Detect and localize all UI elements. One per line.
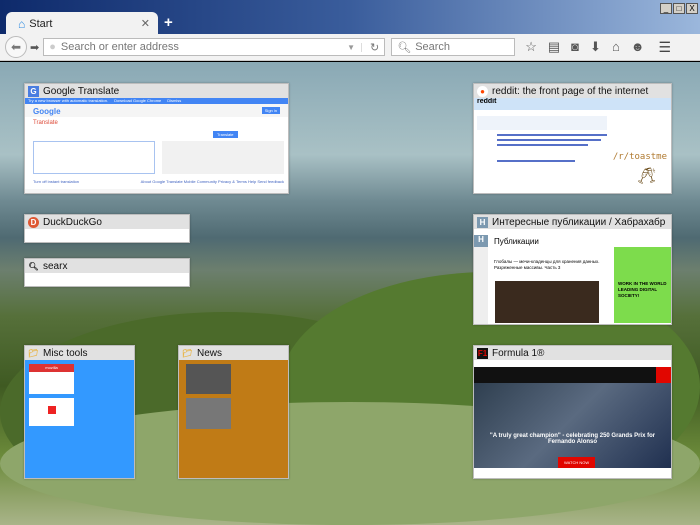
tile-reddit[interactable]: ● reddit: the front page of the internet … (473, 83, 672, 194)
pocket-icon[interactable]: ◙ (571, 39, 579, 55)
bookmark-star-icon[interactable]: ☆ (525, 39, 537, 55)
banner-text: Try a new browser with automatic transla… (28, 98, 109, 103)
tile-title: Formula 1® (492, 347, 545, 359)
google-translate-icon: G (28, 85, 39, 97)
result-area-mini (162, 141, 284, 174)
reddit-icon: ● (477, 85, 488, 97)
tile-title: searx (43, 260, 68, 272)
tile-title: DuckDuckGo (43, 216, 102, 228)
tile-title: Google Translate (43, 85, 120, 97)
f1-headline: "A truly great champion" - celebrating 2… (489, 433, 656, 445)
mozilla-thumb: mozilla (29, 364, 74, 372)
folder-misc-tools[interactable]: 📁︎ Misc tools mozilla (24, 345, 135, 479)
habr-icon: H (477, 216, 488, 228)
habr-ad: WORK IN THE WORLD LEADING DIGITAL SOCIET… (614, 247, 671, 323)
maximize-button[interactable]: □ (673, 3, 685, 14)
speed-dial-page: G Google Translate Try a new browser with… (0, 62, 700, 525)
magnifier-icon: 🔍︎ (28, 261, 39, 271)
duckduckgo-icon: D (28, 216, 39, 228)
bookmarks-list-icon[interactable]: ▤ (548, 39, 560, 55)
tile-title: Misc tools (43, 347, 88, 359)
article-image (495, 281, 599, 323)
f1-watch-button: WATCH NOW (558, 457, 596, 468)
home-icon: ⌂ (18, 16, 26, 31)
search-box[interactable]: 🔍︎ Search (391, 38, 516, 56)
banner-button: Download Google Chrome (114, 98, 162, 103)
tile-title: News (197, 347, 223, 359)
url-bar[interactable]: ● Search or enter address ▼ ↻ (43, 38, 386, 56)
chat-icon[interactable]: ☻ (631, 39, 645, 55)
new-tab-button[interactable]: + (164, 14, 173, 31)
google-logo: Google (33, 107, 61, 116)
translate-heading: Translate (25, 117, 288, 129)
translate-button-mini: Translate (213, 131, 238, 138)
habr-heading: Публикации (494, 237, 539, 246)
f1-icon: F1 (477, 347, 488, 359)
folder-icon: 📁︎ (182, 348, 193, 358)
footer-left: Turn off instant translation (33, 179, 80, 184)
footer-right: About Google Translate Mobile Community … (140, 179, 284, 184)
url-input[interactable]: Search or enter address (61, 41, 347, 53)
close-tab-icon[interactable]: ✕ (141, 17, 150, 30)
sign-in-mini: Sign in (261, 107, 280, 114)
title-bar: _ □ X ⌂ Start ✕ + (0, 0, 700, 35)
home-button-icon[interactable]: ⌂ (612, 39, 620, 55)
download-icon[interactable]: ⬇ (590, 39, 601, 55)
tile-title: Интересные публикации / Хабрахабр (492, 216, 666, 228)
tile-habr[interactable]: H Интересные публикации / Хабрахабр H Пуб… (473, 214, 672, 325)
minimize-button[interactable]: _ (660, 3, 672, 14)
close-window-button[interactable]: X (686, 3, 698, 14)
tab-label: Start (29, 17, 53, 30)
hamburger-menu-icon[interactable]: ☰ (658, 39, 671, 56)
banner-dismiss: Dismiss (167, 98, 182, 103)
nav-toolbar: ⬅ ➡ ● Search or enter address ▼ ↻ 🔍︎ Sea… (0, 34, 700, 61)
tile-duckduckgo[interactable]: D DuckDuckGo (24, 214, 190, 243)
vivaldi-thumb (47, 406, 56, 414)
tile-google-translate[interactable]: G Google Translate Try a new browser with… (24, 83, 289, 194)
globe-icon: ● (49, 41, 56, 53)
search-icon: 🔍︎ (397, 41, 412, 54)
history-dropdown-icon[interactable]: ▼ (347, 42, 362, 52)
search-input[interactable]: Search (415, 41, 450, 53)
reddit-posts-mini (477, 116, 607, 191)
champagne-glasses-icon: 🥂︎ (636, 168, 657, 185)
news-thumb (186, 364, 231, 394)
forward-button[interactable]: ➡ (30, 41, 39, 54)
tab-start[interactable]: ⌂ Start ✕ (6, 12, 158, 35)
tile-searx[interactable]: 🔍︎ searx (24, 258, 190, 287)
tile-formula1[interactable]: F1 Formula 1® "A truly great champion" - … (473, 345, 672, 479)
toastme-banner: /r/toastme (612, 152, 667, 162)
reddit-logo: reddit (474, 98, 671, 110)
folder-icon: 📁︎ (28, 348, 39, 358)
back-button[interactable]: ⬅ (5, 36, 27, 58)
tile-title: reddit: the front page of the internet (492, 85, 649, 97)
source-textarea-mini (33, 141, 155, 174)
news-thumb (186, 398, 231, 429)
habr-article-title: Глобалы — мечи-кладенцы для хранения дан… (494, 259, 600, 270)
reload-icon[interactable]: ↻ (370, 41, 379, 54)
folder-news[interactable]: 📁︎ News (178, 345, 289, 479)
